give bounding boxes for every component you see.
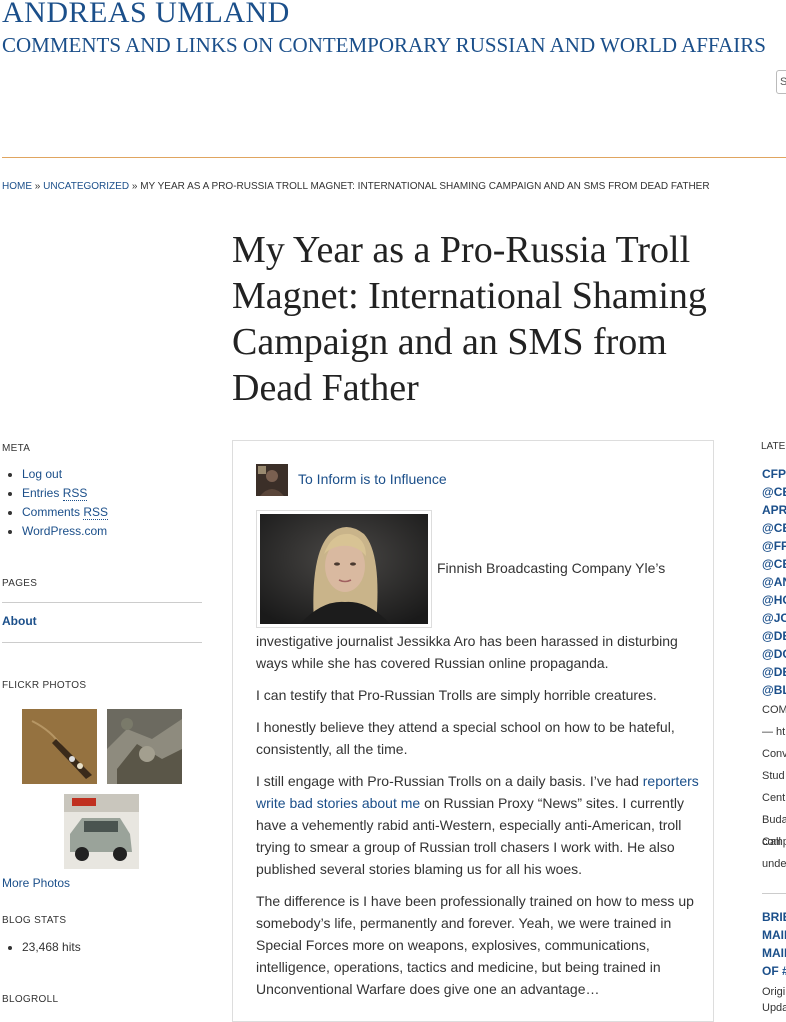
latest-text: unde <box>762 858 786 870</box>
post-paragraph-2: I can testify that Pro-Russian Trolls ar… <box>256 687 657 703</box>
latest-text: Conv <box>762 748 786 760</box>
site-title[interactable]: ANDREAS UMLAND <box>2 0 290 30</box>
wordpress-link[interactable]: WordPress.com <box>22 524 107 538</box>
post-paragraph-1: investigative journalist Jessikka Aro ha… <box>256 633 678 671</box>
blog-stats-list: 23,468 hits <box>8 938 81 957</box>
latest-link[interactable]: CFP <box>762 467 786 481</box>
rss-abbr: RSS <box>83 505 109 520</box>
meta-list: Log out Entries RSS Comments RSS WordPre… <box>7 465 109 541</box>
right-sidebar-divider <box>762 893 786 894</box>
sidebar-divider <box>2 642 202 643</box>
breadcrumb: HOME » UNCATEGORIZED » MY YEAR AS A PRO-… <box>2 181 710 192</box>
header-divider <box>2 157 786 158</box>
breadcrumb-category-link[interactable]: UNCATEGORIZED <box>43 181 129 192</box>
latest-link[interactable]: @AN <box>762 575 786 589</box>
post-paragraph-4: I still engage with Pro-Russian Trolls o… <box>256 770 710 880</box>
latest-link[interactable]: @DC <box>762 647 786 661</box>
latest-text: Origi <box>762 986 786 998</box>
latest-link[interactable]: @DE <box>762 665 786 679</box>
author-avatar[interactable] <box>256 464 288 496</box>
comments-rss-label: Comments <box>22 505 84 519</box>
sidebar-divider <box>2 602 202 603</box>
flickr-photo-rocks[interactable] <box>107 709 182 789</box>
search-input[interactable]: S <box>776 70 786 94</box>
flickr-photo-rocks-image <box>107 709 182 784</box>
author-avatar-image <box>256 464 288 496</box>
latest-link[interactable]: @BL <box>762 683 786 697</box>
latest-link[interactable]: MAIL <box>762 946 786 960</box>
latest-link[interactable]: OF # <box>762 964 786 978</box>
post-title: My Year as a Pro-Russia Troll Magnet: In… <box>232 229 707 409</box>
latest-link[interactable]: @DE <box>762 629 786 643</box>
blogroll-widget-title: BLOGROLL <box>2 994 59 1005</box>
journalist-photo <box>260 514 428 624</box>
latest-text: Stud <box>762 770 785 782</box>
latest-text: comp <box>762 836 786 848</box>
flickr-photo-car[interactable] <box>64 794 139 874</box>
latest-link[interactable]: @CE <box>762 557 786 571</box>
log-out-link[interactable]: Log out <box>22 467 62 481</box>
post-image-journalist <box>256 510 432 628</box>
list-item: Log out <box>7 465 108 484</box>
post-paragraph-5: The difference is I have been profession… <box>256 893 694 997</box>
latest-link[interactable]: APR <box>762 503 786 517</box>
latest-link[interactable]: BRIE <box>762 910 786 924</box>
list-item: Entries RSS <box>7 484 108 503</box>
about-page-link[interactable]: About <box>2 614 37 628</box>
latest-text: Upda <box>762 1002 786 1014</box>
list-item: WordPress.com <box>7 522 108 541</box>
list-item: 23,468 hits <box>8 938 81 957</box>
latest-link[interactable]: @CE <box>762 521 786 535</box>
breadcrumb-separator: » <box>129 181 141 192</box>
flickr-photo-boat-image <box>22 709 97 784</box>
hits-count: 23,468 hits <box>22 940 81 954</box>
latest-link[interactable]: @HC <box>762 593 786 607</box>
image-caption-text: Finnish Broadcasting Company Yle’s <box>437 560 666 576</box>
flickr-widget-title: FLICKR PHOTOS <box>2 680 87 691</box>
rss-abbr: RSS <box>62 486 88 501</box>
flickr-photo-boat[interactable] <box>22 709 97 789</box>
breadcrumb-separator: » <box>32 181 44 192</box>
more-photos-link[interactable]: More Photos <box>2 876 70 890</box>
latest-text: — ht <box>762 726 786 738</box>
breadcrumb-home-link[interactable]: HOME <box>2 181 32 192</box>
site-description: COMMENTS AND LINKS ON CONTEMPORARY RUSSI… <box>2 33 766 57</box>
meta-widget-title: META <box>2 443 31 454</box>
latest-link[interactable]: @JC <box>762 611 786 625</box>
latest-widget-title: LATE <box>761 441 786 452</box>
comments-rss-link[interactable]: Comments RSS <box>22 505 109 520</box>
entries-rss-label: Entries <box>22 486 63 500</box>
latest-text: COM <box>762 704 786 716</box>
list-item: Comments RSS <box>7 503 109 522</box>
latest-text: Cent <box>762 792 786 804</box>
pages-widget-title: PAGES <box>2 578 38 589</box>
author-link[interactable]: To Inform is to Influence <box>298 471 447 487</box>
breadcrumb-current: MY YEAR AS A PRO-RUSSIA TROLL MAGNET: IN… <box>140 181 710 192</box>
paragraph-4-text-before: I still engage with Pro-Russian Trolls o… <box>256 773 643 789</box>
flickr-photo-car-image <box>64 794 139 869</box>
blog-stats-widget-title: BLOG STATS <box>2 915 67 926</box>
latest-link[interactable]: @CE <box>762 485 786 499</box>
latest-text: Buda <box>762 814 786 826</box>
latest-link[interactable]: @FF <box>762 539 786 553</box>
entries-rss-link[interactable]: Entries RSS <box>22 486 88 501</box>
latest-link[interactable]: MAIL <box>762 928 786 942</box>
post-paragraph-3: I honestly believe they attend a special… <box>256 719 675 757</box>
